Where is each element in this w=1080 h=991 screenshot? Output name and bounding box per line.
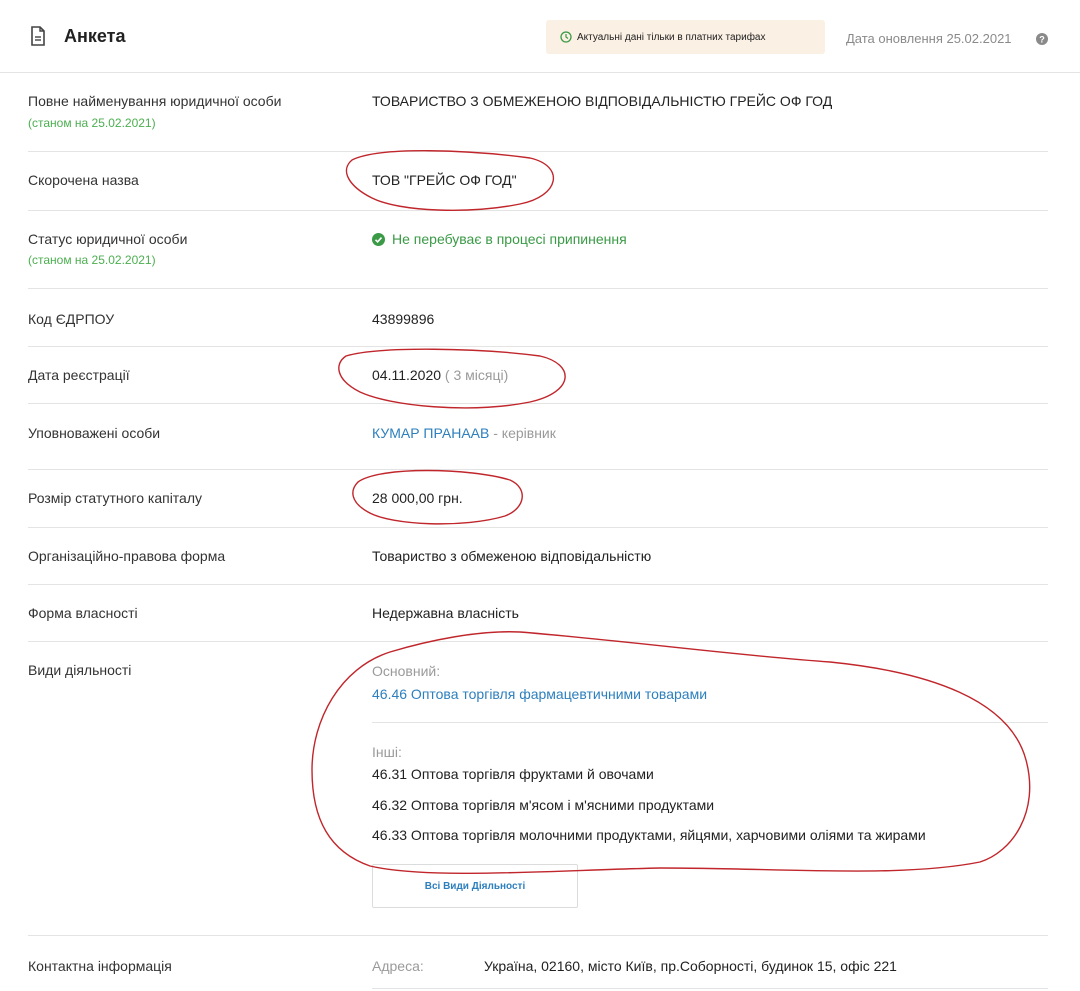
authorized-label: Уповноважені особи: [28, 425, 161, 441]
full-name-label: Повне найменування юридичної особи: [28, 93, 282, 109]
reg-date: 04.11.2020: [372, 367, 442, 383]
document-icon: [31, 26, 45, 46]
edrpou-value: 43899896: [372, 311, 435, 327]
reg-date-value: 04.11.2020 ( 3 місяці): [372, 367, 508, 383]
activity-item: 46.31 Оптова торгівля фруктами й овочами: [372, 766, 654, 782]
full-name-value: ТОВАРИСТВО З ОБМЕЖЕНОЮ ВІДПОВІДАЛЬНІСТЮ …: [372, 93, 833, 109]
authorized-role: - керівник: [493, 425, 556, 441]
badge-text: Актуальні дані тільки в платних тарифах: [577, 31, 766, 43]
activities-other-label: Інші:: [372, 744, 402, 760]
svg-text:?: ?: [1039, 35, 1045, 45]
reg-age: ( 3 місяці): [444, 367, 509, 383]
row-edrpou: Код ЄДРПОУ 43899896: [28, 289, 1048, 347]
reg-date-label: Дата реєстрації: [28, 367, 130, 383]
short-name-label: Скорочена назва: [28, 172, 139, 188]
full-name-date: (станом на 25.02.2021): [28, 116, 156, 130]
address-value: Україна, 02160, місто Київ, пр.Соборност…: [484, 958, 897, 974]
address-divider: [372, 988, 1048, 989]
paid-data-badge[interactable]: Актуальні дані тільки в платних тарифах: [546, 20, 825, 54]
legal-form-label: Організаційно-правова форма: [28, 548, 226, 564]
capital-value: 28 000,00 грн.: [372, 490, 463, 506]
row-contact: Контактна інформація Адреса: Україна, 02…: [28, 936, 1048, 991]
all-activities-button[interactable]: Всі Види Діяльності: [372, 864, 578, 908]
row-full-name: Повне найменування юридичної особи (стан…: [28, 73, 1048, 152]
update-date: Дата оновлення 25.02.2021: [846, 31, 1012, 46]
status-label: Статус юридичної особи: [28, 231, 188, 247]
activities-main-label: Основний:: [372, 663, 441, 679]
ownership-label: Форма власності: [28, 605, 138, 621]
check-circle-icon: [372, 233, 385, 246]
authorized-value: КУМАР ПРАНААВ - керівник: [372, 425, 556, 441]
activity-item: 46.32 Оптова торгівля м'ясом і м'ясними …: [372, 797, 715, 813]
row-registration-date: Дата реєстрації 04.11.2020 ( 3 місяці): [28, 347, 1048, 404]
address-label: Адреса:: [372, 958, 424, 974]
activities-label: Види діяльності: [28, 662, 132, 678]
legal-form-value: Товариство з обмеженою відповідальністю: [372, 548, 652, 564]
clock-icon: [560, 31, 572, 43]
capital-label: Розмір статутного капіталу: [28, 490, 203, 506]
row-activities: Види діяльності Основний: 46.46 Оптова т…: [28, 642, 1048, 936]
authorized-person-link[interactable]: КУМАР ПРАНААВ: [372, 425, 489, 441]
row-capital: Розмір статутного капіталу 28 000,00 грн…: [28, 470, 1048, 528]
activity-item: 46.33 Оптова торгівля молочними продукта…: [372, 827, 926, 843]
row-short-name: Скорочена назва ТОВ "ГРЕЙС ОФ ГОД": [28, 152, 1048, 211]
row-status: Статус юридичної особи (станом на 25.02.…: [28, 211, 1048, 289]
edrpou-label: Код ЄДРПОУ: [28, 311, 115, 327]
activities-divider: [372, 722, 1048, 723]
row-authorized: Уповноважені особи КУМАР ПРАНААВ - керів…: [28, 404, 1048, 470]
status-value: Не перебуває в процесі припинення: [392, 231, 627, 247]
help-icon[interactable]: ?: [1036, 33, 1048, 45]
page-title: Анкета: [64, 26, 126, 46]
status-date: (станом на 25.02.2021): [28, 253, 156, 267]
short-name-value: ТОВ "ГРЕЙС ОФ ГОД": [372, 172, 517, 188]
row-ownership: Форма власності Недержавна власність: [28, 585, 1048, 642]
contact-label: Контактна інформація: [28, 958, 172, 974]
activities-main-link[interactable]: 46.46 Оптова торгівля фармацевтичними то…: [372, 686, 707, 702]
page-header: Анкета Актуальні дані тільки в платних т…: [0, 0, 1080, 73]
row-legal-form: Організаційно-правова форма Товариство з…: [28, 528, 1048, 585]
ownership-value: Недержавна власність: [372, 605, 519, 621]
